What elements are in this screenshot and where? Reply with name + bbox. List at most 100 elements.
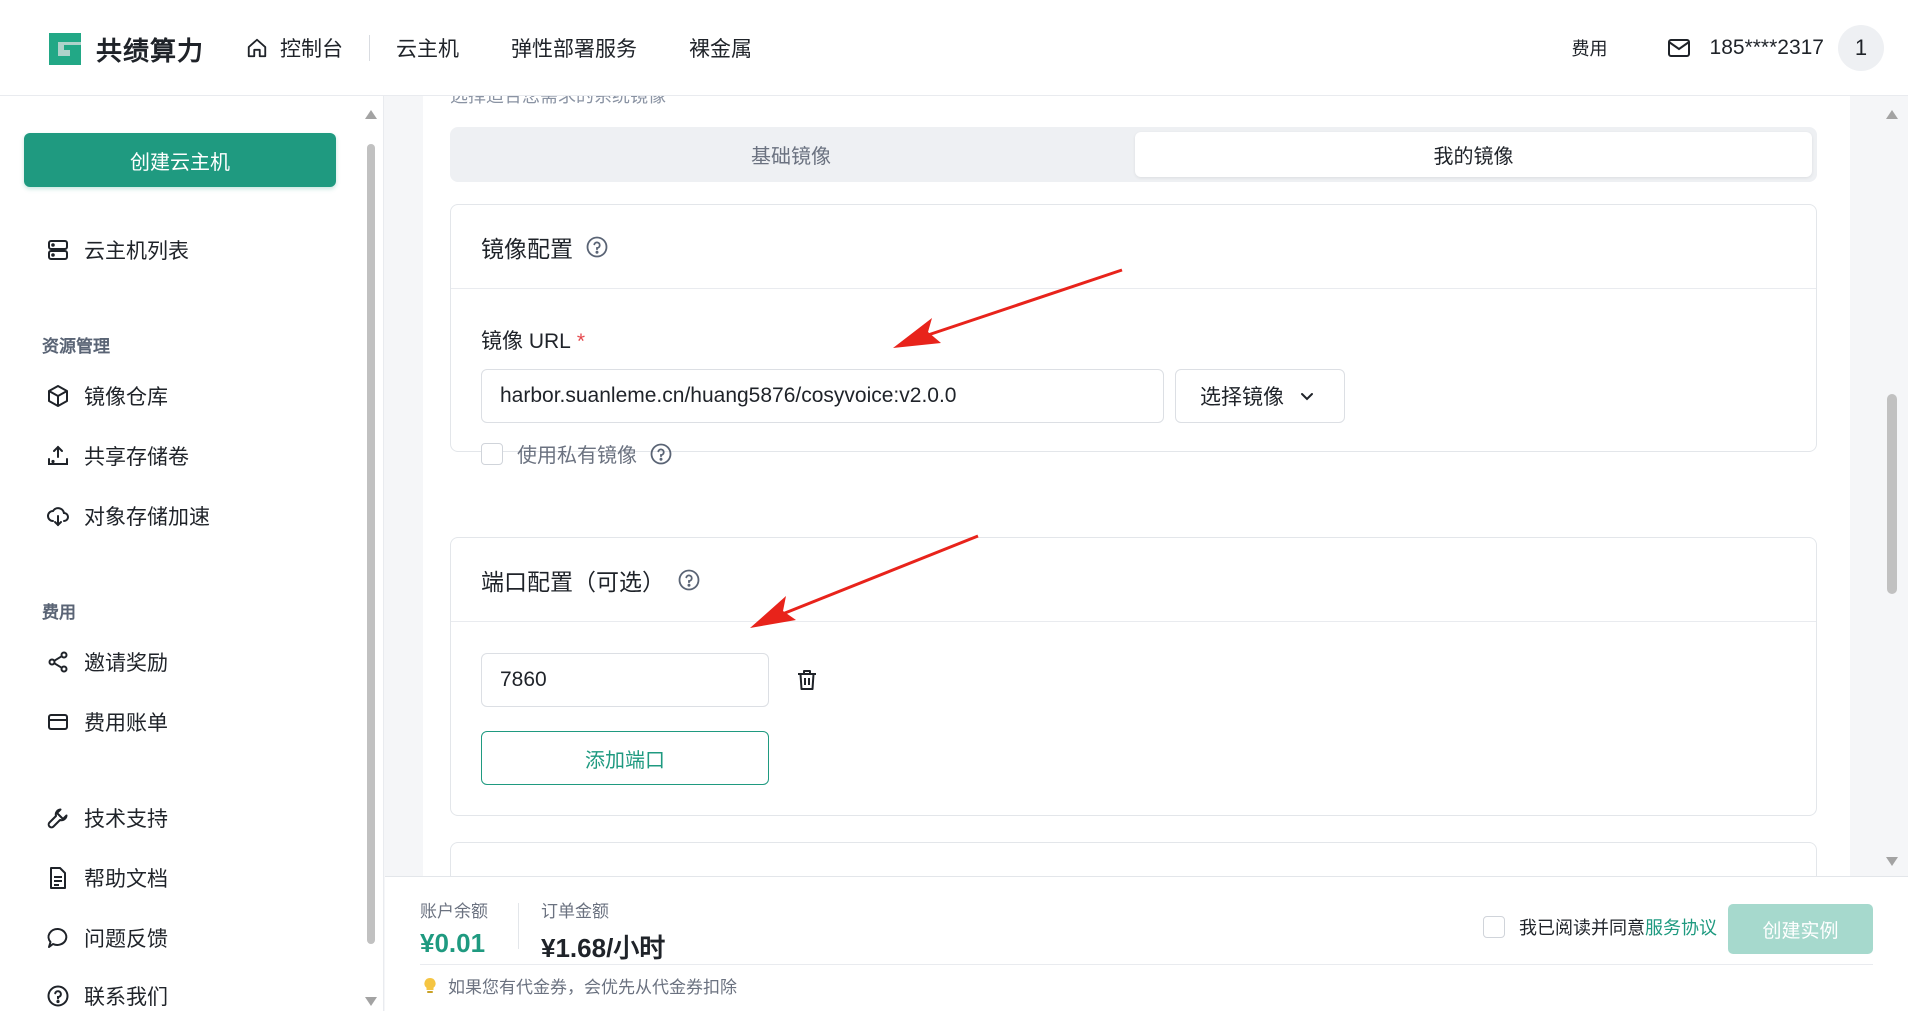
order-value: ¥1.68/小时 (541, 933, 666, 963)
sidebar-item-label: 问题反馈 (84, 928, 168, 951)
logo[interactable]: 共绩算力 (46, 30, 204, 68)
voucher-tip-text: 如果您有代金券，会优先从代金券扣除 (448, 978, 737, 997)
wrench-icon (47, 808, 68, 829)
sidebar-item-host-list[interactable]: 云主机列表 (46, 234, 189, 266)
image-config-header: 镜像配置 (451, 205, 1816, 289)
private-image-label: 使用私有镜像 (517, 445, 637, 467)
select-image-dropdown[interactable]: 选择镜像 (1175, 369, 1345, 423)
chevron-down-icon (1301, 393, 1313, 401)
agreement-text: 我已阅读并同意 (1519, 918, 1645, 938)
sidebar-group-fees: 费用 (42, 603, 76, 622)
nav-elastic-deploy[interactable]: 弹性部署服务 (485, 28, 663, 68)
sidebar-item-contact[interactable]: 联系我们 (46, 980, 168, 1011)
sidebar-group-resources: 资源管理 (42, 337, 110, 356)
private-image-row: 使用私有镜像 (481, 439, 673, 468)
main-nav: 控制台 云主机 弹性部署服务 裸金属 (244, 28, 778, 68)
agreement-row: 我已阅读并同意 服务协议 (1483, 914, 1717, 940)
main-content: 选择适合您需求的系统镜像 基础镜像 我的镜像 镜像配置 镜像 URL * harb… (385, 96, 1888, 876)
sidebar-item-label: 镜像仓库 (84, 386, 168, 409)
voucher-tip: 如果您有代金券，会优先从代金券扣除 (422, 973, 737, 998)
port-config-card: 端口配置（可选） 7860 添加端口 (450, 537, 1817, 816)
nav-console[interactable]: 控制台 (244, 28, 369, 68)
fee-link[interactable]: 费用 (1572, 35, 1608, 61)
balance-value: ¥0.01 (420, 928, 486, 958)
next-config-card (450, 842, 1817, 876)
scroll-up-arrow-icon[interactable] (365, 110, 377, 119)
nav-bare-metal[interactable]: 裸金属 (663, 28, 778, 68)
service-agreement-link[interactable]: 服务协议 (1645, 914, 1717, 940)
create-host-button[interactable]: 创建云主机 (24, 133, 336, 187)
sidebar-item-shared-storage[interactable]: 共享存储卷 (46, 440, 189, 472)
trash-icon[interactable] (794, 667, 820, 693)
help-icon[interactable] (677, 568, 701, 592)
sidebar-item-label: 费用账单 (84, 712, 168, 735)
upload-icon (48, 445, 68, 465)
section-subtitle: 选择适合您需求的系统镜像 (450, 96, 666, 106)
sidebar-item-label: 云主机列表 (84, 240, 189, 263)
order-footer: 账户余额 ¥0.01 订单金额 ¥1.68/小时 我已阅读并同意 服务协议 创建实… (385, 876, 1908, 1011)
scrollbar-thumb[interactable] (367, 144, 375, 944)
lightbulb-icon (424, 977, 436, 993)
card-icon (48, 714, 68, 730)
scrollbar-thumb[interactable] (1887, 394, 1897, 594)
sidebar-item-billing[interactable]: 费用账单 (46, 706, 168, 738)
image-url-label: 镜像 URL * (481, 325, 585, 355)
required-mark: * (576, 330, 586, 353)
scroll-up-arrow-icon[interactable] (1886, 110, 1898, 119)
tab-base-images[interactable]: 基础镜像 (455, 132, 1127, 177)
image-url-input[interactable]: harbor.suanleme.cn/huang5876/cosyvoice:v… (481, 369, 1164, 423)
sidebar-item-object-storage[interactable]: 对象存储加速 (46, 500, 210, 532)
private-image-checkbox[interactable] (481, 442, 503, 465)
add-port-button[interactable]: 添加端口 (481, 731, 769, 785)
server-list-icon (48, 240, 68, 260)
image-url-label-text: 镜像 URL (481, 330, 571, 353)
user-phone[interactable]: 185****2317 (1710, 36, 1824, 60)
select-image-label: 选择镜像 (1200, 386, 1284, 409)
image-config-card: 镜像配置 镜像 URL * harbor.suanleme.cn/huang587… (450, 204, 1817, 467)
sidebar-item-label: 联系我们 (84, 986, 168, 1009)
port-input[interactable]: 7860 (481, 653, 769, 707)
image-config-title: 镜像配置 (481, 235, 573, 262)
nav-console-label: 控制台 (280, 38, 343, 61)
avatar[interactable]: 1 (1838, 25, 1884, 71)
chat-icon (47, 928, 68, 948)
config-panel: 选择适合您需求的系统镜像 基础镜像 我的镜像 镜像配置 镜像 URL * harb… (423, 96, 1850, 876)
tab-my-images[interactable]: 我的镜像 (1135, 132, 1812, 177)
sidebar: 创建云主机 云主机列表 资源管理 镜像仓库 共享存储卷 对象存储加速 费用 邀请… (0, 96, 384, 1011)
brand-name: 共绩算力 (96, 35, 205, 66)
main-scrollbar[interactable] (1883, 104, 1901, 874)
cloud-sync-icon (47, 507, 69, 527)
create-instance-button[interactable]: 创建实例 (1728, 904, 1873, 954)
sidebar-item-help-docs[interactable]: 帮助文档 (46, 862, 168, 894)
port-config-title: 端口配置（可选） (481, 568, 665, 595)
nav-cloud-host[interactable]: 云主机 (370, 28, 485, 68)
help-icon[interactable] (585, 235, 609, 259)
sidebar-item-image-repo[interactable]: 镜像仓库 (46, 380, 168, 412)
top-header: 共绩算力 控制台 云主机 弹性部署服务 裸金属 费用 185****2317 1 (0, 0, 1908, 96)
document-icon (50, 867, 66, 889)
footer-rule (420, 964, 1873, 965)
sidebar-item-feedback[interactable]: 问题反馈 (46, 922, 168, 954)
sidebar-item-label: 邀请奖励 (84, 652, 168, 675)
sidebar-item-label: 共享存储卷 (84, 446, 189, 469)
sidebar-item-invite[interactable]: 邀请奖励 (46, 646, 168, 678)
help-icon[interactable] (649, 442, 673, 466)
sidebar-item-label: 对象存储加速 (84, 506, 210, 529)
scroll-down-arrow-icon[interactable] (1886, 857, 1898, 866)
order-block: 订单金额 ¥1.68/小时 (541, 897, 665, 965)
sidebar-item-label: 帮助文档 (84, 868, 168, 891)
scroll-down-arrow-icon[interactable] (365, 997, 377, 1006)
image-tabs: 基础镜像 我的镜像 (450, 127, 1817, 182)
question-icon (47, 985, 69, 1007)
sidebar-item-label: 技术支持 (84, 808, 168, 831)
agreement-checkbox[interactable] (1483, 916, 1505, 938)
mail-icon[interactable] (1666, 35, 1692, 61)
sidebar-scrollbar[interactable] (364, 110, 378, 1010)
sidebar-item-tech-support[interactable]: 技术支持 (46, 802, 168, 834)
home-icon (247, 38, 267, 58)
order-label: 订单金额 (541, 902, 609, 921)
balance-label: 账户余额 (420, 902, 488, 921)
cube-icon (48, 385, 68, 407)
balance-block: 账户余额 ¥0.01 (420, 897, 488, 959)
share-icon (48, 651, 68, 673)
